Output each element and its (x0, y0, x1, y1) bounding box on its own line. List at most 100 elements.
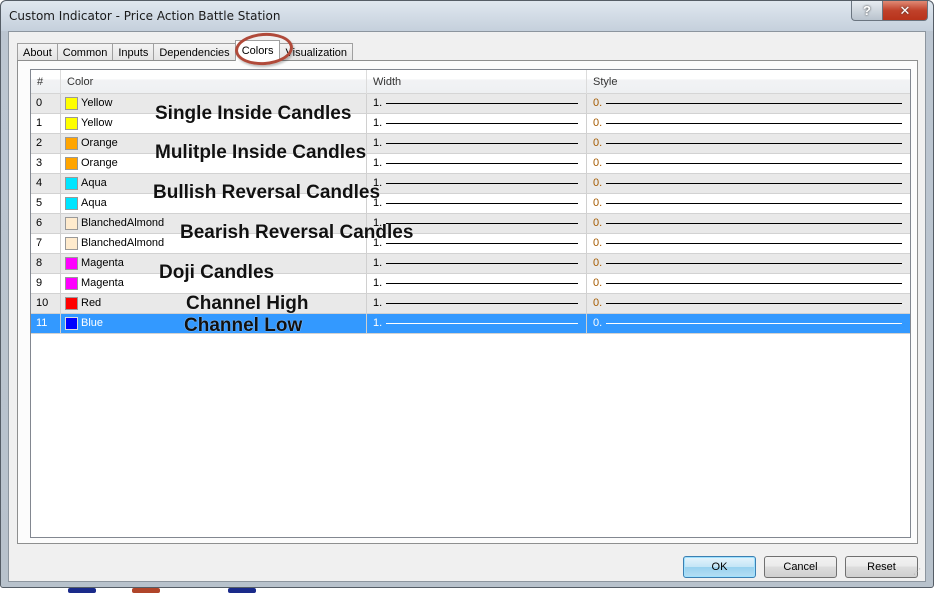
color-name: Yellow (81, 97, 113, 109)
style-value: 0. (593, 97, 603, 109)
grid-rows: 0 Yellow 1. 0. 1 Yellow 1. 0. 2 Orange 1. 0. 3 Orange… (31, 94, 910, 334)
color-cell[interactable]: Yellow (61, 94, 367, 113)
row-index: 5 (31, 194, 61, 213)
table-row[interactable]: 7 BlanchedAlmond 1. 0. (31, 234, 910, 254)
reset-button[interactable]: Reset (845, 556, 918, 578)
tab-about[interactable]: About (17, 43, 58, 61)
style-cell[interactable]: 0. (587, 254, 911, 273)
width-cell[interactable]: 1. (367, 154, 587, 173)
table-row[interactable]: 10 Red 1. 0. (31, 294, 910, 314)
width-cell[interactable]: 1. (367, 134, 587, 153)
color-name: BlanchedAlmond (81, 217, 165, 229)
color-cell[interactable]: Yellow (61, 114, 367, 133)
color-name: Red (81, 297, 102, 309)
width-line-icon (386, 283, 579, 284)
width-cell[interactable]: 1. (367, 254, 587, 273)
color-swatch-icon (65, 297, 78, 310)
style-cell[interactable]: 0. (587, 154, 911, 173)
background-blip (132, 588, 160, 593)
style-value: 0. (593, 297, 603, 309)
width-cell[interactable]: 1. (367, 314, 587, 333)
resize-grip-icon[interactable]: ⋰ (913, 568, 923, 579)
color-name: Yellow (81, 117, 113, 129)
color-swatch-icon (65, 177, 78, 190)
title-bar[interactable]: Custom Indicator - Price Action Battle S… (1, 1, 933, 31)
tab-visualization[interactable]: Visualization (279, 43, 354, 61)
dialog-client: About Common Inputs Dependencies Colors … (8, 31, 926, 582)
width-cell[interactable]: 1. (367, 114, 587, 133)
color-cell[interactable]: Aqua (61, 194, 367, 213)
width-cell[interactable]: 1. (367, 214, 587, 233)
style-cell[interactable]: 0. (587, 174, 911, 193)
color-swatch-icon (65, 137, 78, 150)
width-cell[interactable]: 1. (367, 294, 587, 313)
color-cell[interactable]: Blue (61, 314, 367, 333)
table-row[interactable]: 0 Yellow 1. 0. (31, 94, 910, 114)
style-cell[interactable]: 0. (587, 294, 911, 313)
header-color[interactable]: Color (61, 70, 367, 94)
tab-inputs[interactable]: Inputs (112, 43, 155, 61)
color-cell[interactable]: BlanchedAlmond (61, 214, 367, 233)
tab-common[interactable]: Common (56, 43, 114, 61)
style-value: 0. (593, 197, 603, 209)
color-swatch-icon (65, 317, 78, 330)
table-row[interactable]: 5 Aqua 1. 0. (31, 194, 910, 214)
style-cell[interactable]: 0. (587, 274, 911, 293)
close-button[interactable]: ✕ (882, 1, 928, 21)
color-name: Aqua (81, 177, 107, 189)
width-value: 1. (373, 177, 383, 189)
width-cell[interactable]: 1. (367, 274, 587, 293)
width-cell[interactable]: 1. (367, 94, 587, 113)
width-cell[interactable]: 1. (367, 174, 587, 193)
style-cell[interactable]: 0. (587, 94, 911, 113)
cancel-button[interactable]: Cancel (764, 556, 837, 578)
style-cell[interactable]: 0. (587, 234, 911, 253)
row-index: 0 (31, 94, 61, 113)
color-cell[interactable]: Orange (61, 134, 367, 153)
style-cell[interactable]: 0. (587, 114, 911, 133)
style-line-icon (606, 323, 903, 324)
style-cell[interactable]: 0. (587, 134, 911, 153)
tab-dependencies[interactable]: Dependencies (153, 43, 236, 61)
table-row[interactable]: 11 Blue 1. 0. (31, 314, 910, 334)
table-row[interactable]: 1 Yellow 1. 0. (31, 114, 910, 134)
style-value: 0. (593, 157, 603, 169)
table-row[interactable]: 9 Magenta 1. 0. (31, 274, 910, 294)
table-row[interactable]: 3 Orange 1. 0. (31, 154, 910, 174)
color-cell[interactable]: BlanchedAlmond (61, 234, 367, 253)
color-swatch-icon (65, 157, 78, 170)
header-width[interactable]: Width (367, 70, 587, 94)
table-row[interactable]: 4 Aqua 1. 0. (31, 174, 910, 194)
style-line-icon (606, 243, 903, 244)
color-cell[interactable]: Magenta (61, 274, 367, 293)
header-style[interactable]: Style (587, 70, 911, 94)
ok-button[interactable]: OK (683, 556, 756, 578)
width-line-icon (386, 203, 579, 204)
style-cell[interactable]: 0. (587, 214, 911, 233)
row-index: 7 (31, 234, 61, 253)
style-line-icon (606, 303, 903, 304)
background-blip (68, 588, 96, 593)
color-cell[interactable]: Red (61, 294, 367, 313)
color-cell[interactable]: Aqua (61, 174, 367, 193)
color-swatch-icon (65, 237, 78, 250)
width-line-icon (386, 103, 579, 104)
header-index[interactable]: # (31, 70, 61, 94)
style-cell[interactable]: 0. (587, 194, 911, 213)
tab-colors[interactable]: Colors (234, 40, 281, 61)
table-row[interactable]: 2 Orange 1. 0. (31, 134, 910, 154)
width-cell[interactable]: 1. (367, 194, 587, 213)
style-value: 0. (593, 257, 603, 269)
help-button[interactable]: ? (851, 1, 883, 21)
width-line-icon (386, 163, 579, 164)
width-value: 1. (373, 97, 383, 109)
style-value: 0. (593, 137, 603, 149)
style-cell[interactable]: 0. (587, 314, 911, 333)
table-row[interactable]: 6 BlanchedAlmond 1. 0. (31, 214, 910, 234)
color-cell[interactable]: Orange (61, 154, 367, 173)
width-cell[interactable]: 1. (367, 234, 587, 253)
table-row[interactable]: 8 Magenta 1. 0. (31, 254, 910, 274)
color-cell[interactable]: Magenta (61, 254, 367, 273)
style-line-icon (606, 143, 903, 144)
color-name: Magenta (81, 277, 124, 289)
